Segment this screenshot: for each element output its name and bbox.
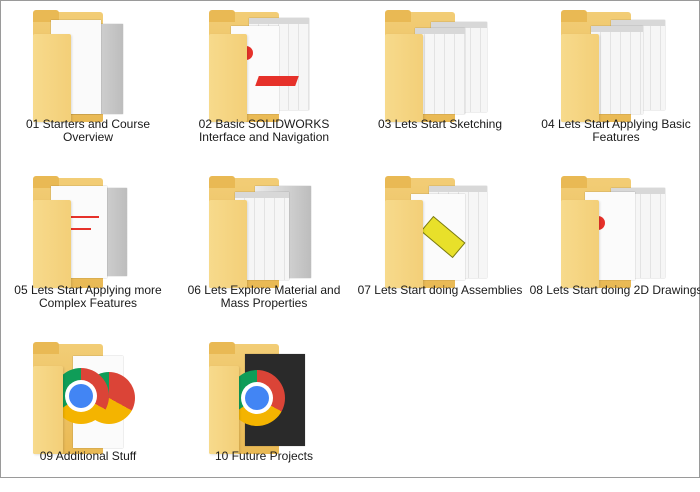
folder-item-09[interactable]: 09 Additional Stuff (0, 332, 176, 492)
folder-label: 01 Starters and Course Overview (25, 117, 151, 144)
folder-label: 04 Lets Start Applying Basic Features (541, 117, 691, 144)
folder-assembly-icon (385, 176, 495, 288)
folder-solidworks-icon (561, 176, 671, 288)
folder-item-03[interactable]: 03 Lets Start Sketching (352, 0, 528, 160)
folder-presentation-icon (33, 10, 143, 122)
folder-chrome-icon (209, 342, 319, 454)
folder-item-07[interactable]: 07 Lets Start doing Assemblies (352, 166, 528, 326)
folder-item-08[interactable]: 08 Lets Start doing 2D Drawings (528, 166, 700, 326)
folder-label: 07 Lets Start doing Assemblies (357, 283, 523, 297)
folder-item-05[interactable]: 05 Lets Start Applying more Complex Feat… (0, 166, 176, 326)
folder-screenshots-icon (561, 10, 671, 122)
folder-item-01[interactable]: 01 Starters and Course Overview (0, 0, 176, 160)
folder-solidworks-icon (209, 10, 319, 122)
folder-label: 03 Lets Start Sketching (377, 117, 503, 131)
folder-item-04[interactable]: 04 Lets Start Applying Basic Features (528, 0, 700, 160)
folder-label: 08 Lets Start doing 2D Drawings (529, 283, 700, 297)
folder-screenshots-icon (385, 10, 495, 122)
folder-presentation-icon (33, 176, 143, 288)
folder-chrome-icon (33, 342, 143, 454)
folder-screenshots-icon (209, 176, 319, 288)
folder-label: 09 Additional Stuff (39, 449, 137, 463)
folder-label: 05 Lets Start Applying more Complex Feat… (14, 283, 162, 310)
folder-grid: 01 Starters and Course Overview 02 Basic… (0, 0, 700, 478)
folder-item-02[interactable]: 02 Basic SOLIDWORKS Interface and Naviga… (176, 0, 352, 160)
folder-label: 06 Lets Explore Material and Mass Proper… (187, 283, 341, 310)
folder-item-10[interactable]: 10 Future Projects (176, 332, 352, 492)
folder-label: 02 Basic SOLIDWORKS Interface and Naviga… (198, 117, 330, 144)
folder-item-06[interactable]: 06 Lets Explore Material and Mass Proper… (176, 166, 352, 326)
folder-label: 10 Future Projects (214, 449, 314, 463)
